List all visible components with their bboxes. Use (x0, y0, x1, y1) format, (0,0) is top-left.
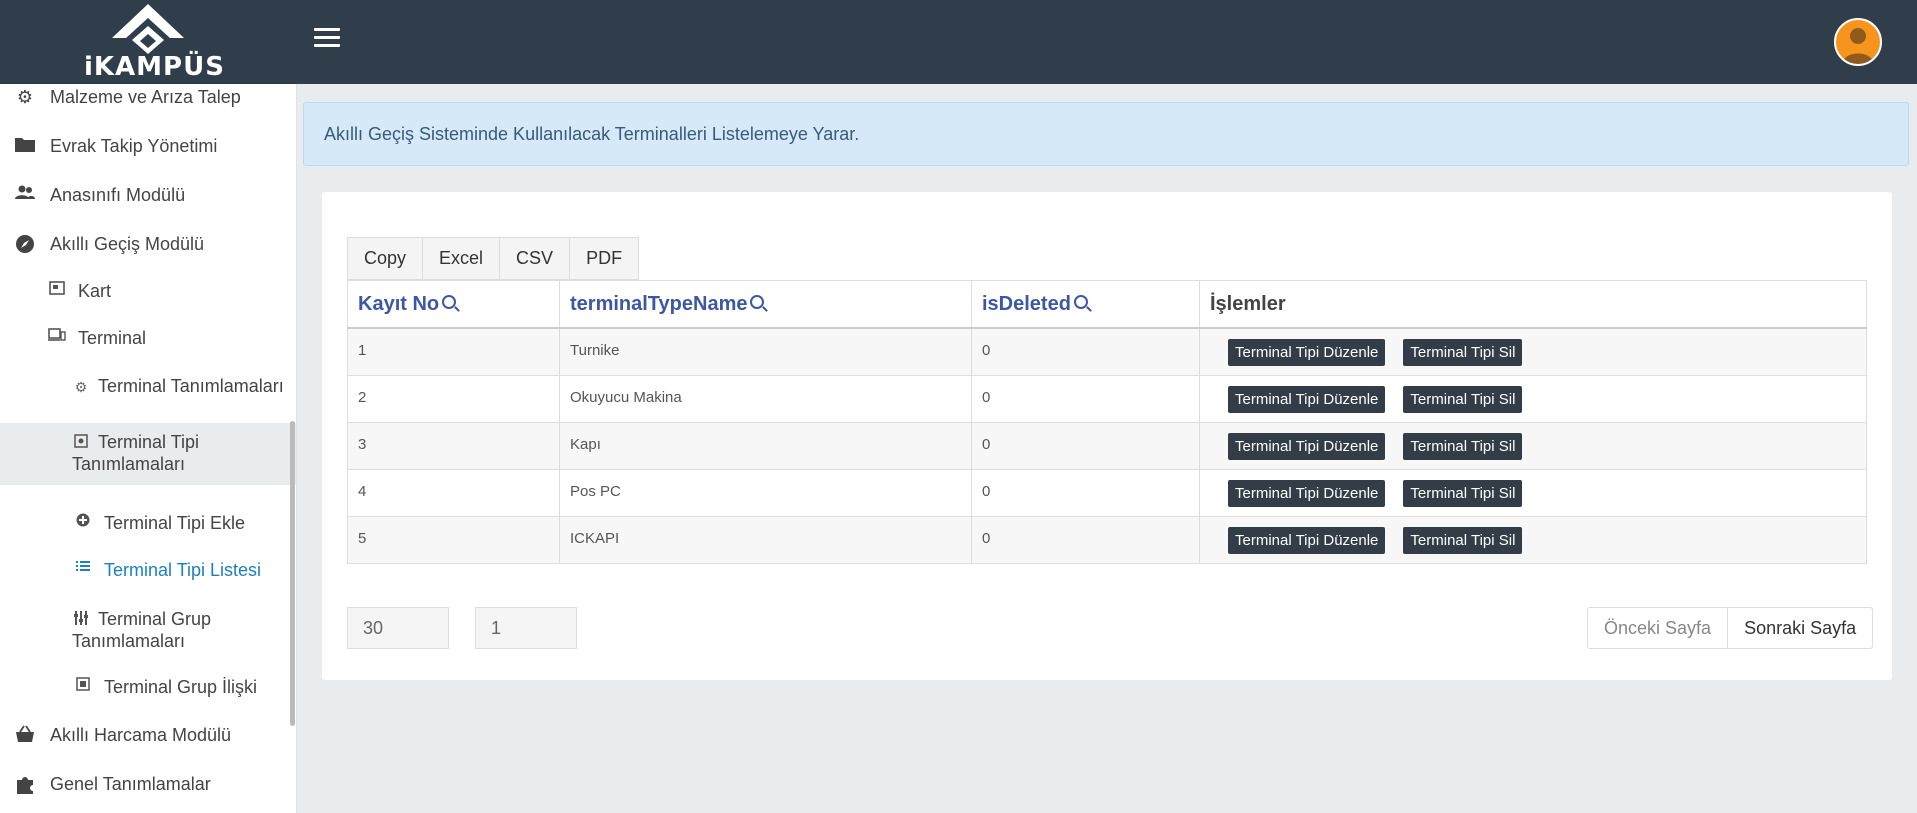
copy-button[interactable]: Copy (347, 237, 423, 280)
cell-name: Pos PC (559, 468, 972, 517)
sidebar-scrollbar[interactable] (290, 421, 295, 726)
cell-actions: Terminal Tipi Düzenle Terminal Tipi Sil (1199, 468, 1867, 517)
table-row: 2 Okuyucu Makina 0 Terminal Tipi Düzenle… (347, 374, 1867, 423)
next-page-button[interactable]: Sonraki Sayfa (1728, 607, 1874, 649)
sidebar-item-terminal-grup-tanimlamalari[interactable]: Terminal Grup Tanımlamaları (0, 608, 296, 652)
search-icon[interactable] (1073, 294, 1088, 309)
sidebar-item-kart[interactable]: Kart (0, 281, 296, 302)
folder-icon (14, 136, 36, 152)
sidebar-item-akilli-harcama[interactable]: Akıllı Harcama Modülü (0, 725, 296, 746)
users-icon (14, 185, 36, 201)
pagination: Önceki Sayfa Sonraki Sayfa (1587, 607, 1874, 649)
cell-deleted: 0 (971, 468, 1200, 517)
sidebar-item-terminal[interactable]: Terminal (0, 328, 296, 349)
terminal-type-table: Kayıt No terminalTypeName isDeleted İşle… (347, 280, 1867, 564)
edit-terminal-type-button[interactable]: Terminal Tipi Düzenle (1228, 385, 1386, 413)
settings-box-icon (72, 434, 90, 448)
cell-name: Okuyucu Makina (559, 374, 972, 423)
card-icon (46, 281, 68, 295)
page-number-input[interactable] (475, 607, 577, 649)
logo[interactable]: iKAMPÜS (0, 0, 296, 84)
cell-deleted: 0 (971, 421, 1200, 470)
user-icon (1842, 28, 1874, 64)
cell-deleted: 0 (971, 374, 1200, 423)
cell-name: ICKAPI (559, 515, 972, 564)
cell-deleted: 0 (971, 515, 1200, 564)
csv-button[interactable]: CSV (499, 237, 570, 280)
delete-terminal-type-button[interactable]: Terminal Tipi Sil (1403, 526, 1523, 554)
info-alert: Akıllı Geçiş Sisteminde Kullanılacak Ter… (303, 102, 1909, 166)
sidebar-item-terminal-tipi-tanimlamalari[interactable]: Terminal Tipi Tanımlamaları (0, 423, 296, 485)
search-icon[interactable] (442, 294, 457, 309)
edit-terminal-type-button[interactable]: Terminal Tipi Düzenle (1228, 526, 1386, 554)
cell-id: 3 (347, 421, 560, 470)
plus-circle-icon (72, 513, 94, 527)
cell-deleted: 0 (971, 327, 1200, 376)
cell-actions: Terminal Tipi Düzenle Terminal Tipi Sil (1199, 327, 1867, 376)
cell-name: Kapı (559, 421, 972, 470)
cell-id: 1 (347, 327, 560, 376)
list-icon (72, 560, 94, 572)
sidebar-item-terminal-tanimlamalari[interactable]: ⚙ Terminal Tanımlamaları (0, 375, 296, 398)
edit-terminal-type-button[interactable]: Terminal Tipi Düzenle (1228, 339, 1386, 366)
sidebar-item-evrak[interactable]: Evrak Takip Yönetimi (0, 136, 296, 157)
sidebar-item-genel-tanimlamalar[interactable]: Genel Tanımlamalar (0, 774, 296, 795)
info-alert-text: Akıllı Geçiş Sisteminde Kullanılacak Ter… (324, 124, 860, 144)
gear-icon: ⚙ (16, 87, 34, 107)
sidebar-item-akilli-gecis[interactable]: Akıllı Geçiş Modülü (0, 234, 296, 255)
sidebar-item-terminal-tipi-listesi[interactable]: Terminal Tipi Listesi (0, 560, 296, 581)
devices-icon (46, 328, 68, 342)
search-icon[interactable] (750, 294, 765, 309)
cell-name: Turnike (559, 327, 972, 376)
page-size-input[interactable] (347, 607, 449, 649)
compass-icon (14, 234, 36, 254)
table-row: 4 Pos PC 0 Terminal Tipi Düzenle Terminal… (347, 468, 1867, 517)
cell-id: 5 (347, 515, 560, 564)
table-row: 5 ICKAPI 0 Terminal Tipi Düzenle Terminal… (347, 515, 1867, 564)
column-header-kayit-no[interactable]: Kayıt No (347, 280, 560, 329)
gear-icon: ⚙ (74, 379, 88, 395)
pdf-button[interactable]: PDF (569, 237, 640, 280)
cell-actions: Terminal Tipi Düzenle Terminal Tipi Sil (1199, 374, 1867, 423)
link-box-icon (72, 677, 94, 691)
column-header-terminal-type-name[interactable]: terminalTypeName (559, 280, 972, 329)
basket-icon (14, 725, 36, 743)
sidebar-item-malzeme[interactable]: ⚙ Malzeme ve Arıza Talep (0, 87, 296, 108)
delete-terminal-type-button[interactable]: Terminal Tipi Sil (1403, 385, 1523, 413)
edit-terminal-type-button[interactable]: Terminal Tipi Düzenle (1228, 432, 1386, 460)
column-header-islemler: İşlemler (1199, 280, 1867, 329)
menu-toggle-icon[interactable] (314, 28, 340, 50)
table-row: 3 Kapı 0 Terminal Tipi Düzenle Terminal T… (347, 421, 1867, 470)
delete-terminal-type-button[interactable]: Terminal Tipi Sil (1403, 339, 1523, 366)
delete-terminal-type-button[interactable]: Terminal Tipi Sil (1403, 432, 1523, 460)
logo-mark-icon (112, 4, 184, 54)
logo-text: iKAMPÜS (84, 52, 225, 82)
edit-terminal-type-button[interactable]: Terminal Tipi Düzenle (1228, 479, 1386, 507)
sidebar: ⚙ Malzeme ve Arıza Talep Evrak Takip Yön… (0, 84, 297, 813)
puzzle-icon (14, 774, 36, 794)
cell-id: 2 (347, 374, 560, 423)
sliders-icon (72, 611, 90, 625)
cell-id: 4 (347, 468, 560, 517)
sidebar-item-anasinifi[interactable]: Anasınıfı Modülü (0, 185, 296, 206)
cell-actions: Terminal Tipi Düzenle Terminal Tipi Sil (1199, 421, 1867, 470)
table-row: 1 Turnike 0 Terminal Tipi Düzenle Termina… (347, 327, 1867, 376)
column-header-is-deleted[interactable]: isDeleted (971, 280, 1200, 329)
previous-page-button[interactable]: Önceki Sayfa (1587, 607, 1729, 649)
table-header-row: Kayıt No terminalTypeName isDeleted İşle… (347, 280, 1867, 329)
export-button-group: Copy Excel CSV PDF (347, 237, 640, 280)
user-avatar[interactable] (1834, 18, 1882, 66)
sidebar-item-terminal-tipi-ekle[interactable]: Terminal Tipi Ekle (0, 513, 296, 534)
sidebar-item-terminal-grup-iliski[interactable]: Terminal Grup İlişki (0, 677, 296, 698)
delete-terminal-type-button[interactable]: Terminal Tipi Sil (1403, 479, 1523, 507)
excel-button[interactable]: Excel (422, 237, 500, 280)
cell-actions: Terminal Tipi Düzenle Terminal Tipi Sil (1199, 515, 1867, 564)
